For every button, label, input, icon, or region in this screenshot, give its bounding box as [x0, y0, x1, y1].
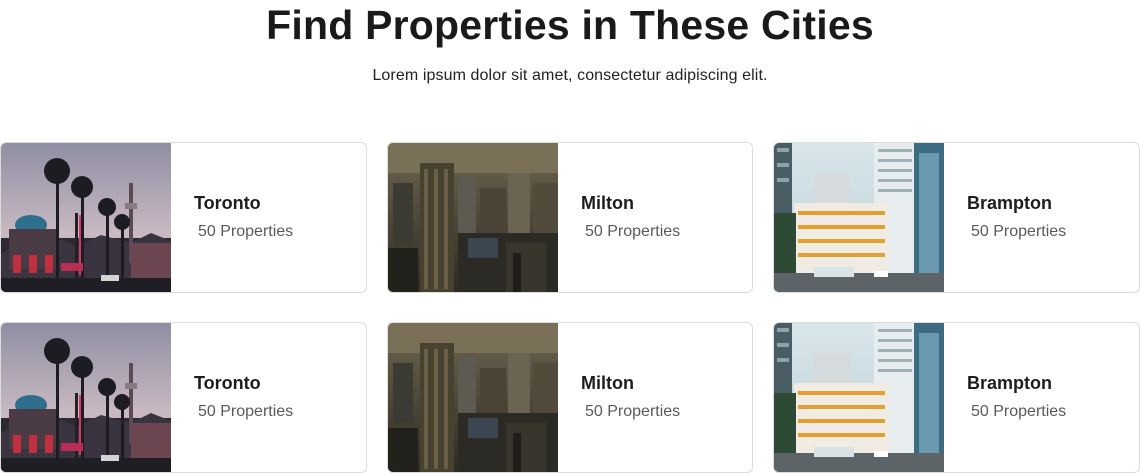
city-card-brampton[interactable]: Brampton 50 Properties: [773, 322, 1140, 473]
property-count: 50 Properties: [585, 223, 681, 240]
property-count: 50 Properties: [585, 403, 681, 420]
page-title: Find Properties in These Cities: [266, 2, 874, 48]
city-name: Brampton: [967, 193, 1052, 213]
city-photo: [388, 323, 558, 472]
city-card-toronto[interactable]: Toronto 50 Properties: [0, 142, 367, 293]
city-name: Milton: [581, 193, 634, 213]
city-card-milton[interactable]: Milton 50 Properties: [387, 322, 753, 473]
property-count: 50 Properties: [198, 403, 294, 420]
city-photo: [774, 323, 944, 472]
property-count: 50 Properties: [971, 223, 1067, 240]
city-photo: [1, 323, 171, 472]
city-photo: [388, 143, 558, 292]
city-card-toronto[interactable]: Toronto 50 Properties: [0, 322, 367, 473]
city-name: Toronto: [194, 193, 261, 213]
city-card-brampton[interactable]: Brampton 50 Properties: [773, 142, 1140, 293]
city-card-milton[interactable]: Milton 50 Properties: [387, 142, 753, 293]
property-count: 50 Properties: [971, 403, 1067, 420]
city-photo: [1, 143, 171, 292]
city-photo: [774, 143, 944, 292]
city-name: Milton: [581, 373, 634, 393]
property-count: 50 Properties: [198, 223, 294, 240]
city-name: Toronto: [194, 373, 261, 393]
page-subtitle: Lorem ipsum dolor sit amet, consectetur …: [372, 67, 768, 84]
city-name: Brampton: [967, 373, 1052, 393]
